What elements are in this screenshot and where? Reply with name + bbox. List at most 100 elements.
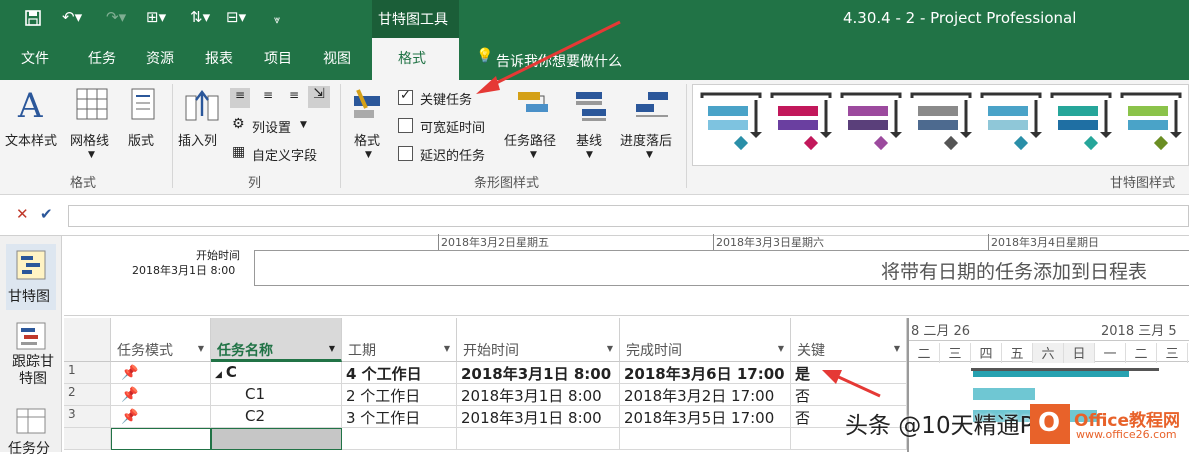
name-cell[interactable]: ◢ C xyxy=(211,362,342,384)
customize-qat-icon[interactable]: ⩔ xyxy=(274,13,280,27)
custom-fields-button[interactable]: 自定义字段 xyxy=(252,145,317,164)
gantt-week-label: 2018 三月 5 xyxy=(1101,324,1177,339)
mode-cell[interactable]: 📌 xyxy=(111,384,211,406)
save-icon[interactable] xyxy=(24,9,42,31)
column-header-name[interactable]: 任务名称 ▼ xyxy=(211,318,342,362)
pin-icon: 📌 xyxy=(121,409,139,425)
column-header-duration[interactable]: 工期 ▼ xyxy=(342,318,457,362)
tab-format[interactable]: 格式 xyxy=(398,48,426,68)
collapse-triangle-icon[interactable]: ◢ xyxy=(215,370,222,380)
tab-file[interactable]: 文件 xyxy=(21,48,49,68)
finish-cell[interactable]: 2018年3月5日 17:00 xyxy=(620,406,791,428)
start-cell[interactable]: 2018年3月1日 8:00 xyxy=(457,384,620,406)
slack-checkbox[interactable] xyxy=(398,118,413,133)
slippage-button[interactable]: 进度落后 xyxy=(620,130,672,149)
mode-cell[interactable]: 📌 xyxy=(111,406,211,428)
chevron-down-icon[interactable]: ▼ xyxy=(365,150,372,160)
align-center-icon[interactable]: ≡ xyxy=(258,88,278,108)
insert-column-button[interactable]: 插入列 xyxy=(178,130,217,149)
task-bar-c1[interactable] xyxy=(973,388,1035,400)
chevron-down-icon[interactable]: ▼ xyxy=(530,150,537,160)
tab-resource[interactable]: 资源 xyxy=(146,48,174,68)
column-header-label: 关键 xyxy=(797,343,825,359)
chevron-down-icon[interactable]: ▼ xyxy=(300,120,307,130)
select-all-corner[interactable] xyxy=(64,318,111,362)
undo-icon[interactable]: ↶▾ xyxy=(62,8,82,26)
column-header-start[interactable]: 开始时间 ▼ xyxy=(457,318,620,362)
enter-icon[interactable]: ✔ xyxy=(40,205,53,223)
duration-cell[interactable]: 3 个工作日 xyxy=(342,406,457,428)
column-header-finish[interactable]: 完成时间 ▼ xyxy=(620,318,791,362)
gantt-style-thumbnail[interactable] xyxy=(910,92,974,160)
timeline-start-label: 开始时间 xyxy=(196,249,240,262)
view-icon[interactable]: ⊟▾ xyxy=(226,8,246,26)
gantt-style-thumbnail[interactable] xyxy=(980,92,1044,160)
row-id-cell[interactable]: 1 xyxy=(64,362,111,384)
chevron-down-icon[interactable]: ▼ xyxy=(198,344,204,353)
start-cell[interactable]: 2018年3月1日 8:00 xyxy=(457,406,620,428)
chevron-down-icon[interactable]: ▼ xyxy=(444,344,450,353)
timeline-bar[interactable]: 将带有日期的任务添加到日程表 xyxy=(254,250,1189,286)
view-gantt[interactable]: 甘特图 xyxy=(6,244,56,310)
baseline-button[interactable]: 基线 xyxy=(576,130,602,149)
critical-tasks-checkbox[interactable]: ✓ xyxy=(398,88,413,105)
context-tab-header: 甘特图工具 xyxy=(372,0,459,38)
format-bar-button[interactable]: 格式 xyxy=(354,130,380,149)
chevron-down-icon[interactable]: ▼ xyxy=(88,150,95,160)
align-right-icon[interactable]: ≡ xyxy=(284,88,304,108)
chevron-down-icon[interactable]: ▼ xyxy=(778,344,784,353)
critical-tasks-label[interactable]: 关键任务 xyxy=(420,89,472,108)
view-task-usage[interactable]: 任务分 xyxy=(6,406,56,457)
tab-project[interactable]: 项目 xyxy=(264,48,292,68)
finish-cell[interactable]: 2018年3月2日 17:00 xyxy=(620,384,791,406)
column-header-critical[interactable]: 关键 ▼ xyxy=(791,318,907,362)
chevron-down-icon[interactable]: ▼ xyxy=(894,344,900,353)
finish-cell[interactable]: 2018年3月6日 17:00 xyxy=(620,362,791,384)
start-cell[interactable]: 2018年3月1日 8:00 xyxy=(457,362,620,384)
mode-cell[interactable]: 📌 xyxy=(111,362,211,384)
timeline-start-value: 2018年3月1日 8:00 xyxy=(132,264,236,277)
wrap-text-icon[interactable]: ⇲ xyxy=(308,86,330,108)
task-name-text: C2 xyxy=(245,407,266,425)
late-tasks-label[interactable]: 延迟的任务 xyxy=(420,145,485,164)
empty-cell[interactable] xyxy=(64,428,111,450)
chevron-down-icon[interactable]: ▼ xyxy=(586,150,593,160)
outline-icon[interactable]: ⊞▾ xyxy=(146,8,166,26)
task-path-button[interactable]: 任务路径 xyxy=(504,130,556,149)
gantt-style-thumbnail[interactable] xyxy=(770,92,834,160)
gantt-style-thumbnail[interactable] xyxy=(700,92,764,160)
formula-input[interactable] xyxy=(68,205,1189,227)
row-id-cell[interactable]: 2 xyxy=(64,384,111,406)
name-cell[interactable]: C2 xyxy=(211,406,342,428)
layout-button[interactable]: 版式 xyxy=(128,130,154,149)
name-cell[interactable]: C1 xyxy=(211,384,342,406)
align-left-icon[interactable]: ≡ xyxy=(230,88,250,108)
duration-cell[interactable]: 2 个工作日 xyxy=(342,384,457,406)
cancel-icon[interactable]: ✕ xyxy=(16,205,29,223)
chevron-down-icon[interactable]: ▼ xyxy=(607,344,613,353)
redo-icon: ↷▾ xyxy=(106,8,127,26)
late-tasks-checkbox[interactable] xyxy=(398,146,413,161)
empty-cell[interactable] xyxy=(111,428,211,450)
duration-cell[interactable]: 4 个工作日 xyxy=(342,362,457,384)
empty-cell[interactable] xyxy=(457,428,620,450)
chevron-down-icon[interactable]: ▼ xyxy=(329,344,335,353)
row-id-cell[interactable]: 3 xyxy=(64,406,111,428)
gantt-style-thumbnail[interactable] xyxy=(840,92,904,160)
sort-icon[interactable]: ⇅▾ xyxy=(190,8,210,26)
slack-label[interactable]: 可宽延时间 xyxy=(420,117,485,136)
tab-view[interactable]: 视图 xyxy=(323,48,351,68)
text-style-button[interactable]: 文本样式 xyxy=(5,130,57,149)
gantt-style-thumbnail[interactable] xyxy=(1050,92,1114,160)
gantt-style-thumbnail[interactable] xyxy=(1120,92,1184,160)
column-settings-button[interactable]: 列设置 xyxy=(252,117,291,136)
view-tracking-gantt[interactable]: 跟踪甘特图 xyxy=(6,320,56,390)
chevron-down-icon[interactable]: ▼ xyxy=(646,150,653,160)
tab-report[interactable]: 报表 xyxy=(205,48,233,68)
gridlines-button[interactable]: 网格线 xyxy=(70,130,109,149)
empty-cell[interactable] xyxy=(620,428,791,450)
tab-task[interactable]: 任务 xyxy=(88,48,116,68)
empty-cell[interactable] xyxy=(211,428,342,450)
empty-cell[interactable] xyxy=(342,428,457,450)
column-header-mode[interactable]: 任务模式 ▼ xyxy=(111,318,211,362)
